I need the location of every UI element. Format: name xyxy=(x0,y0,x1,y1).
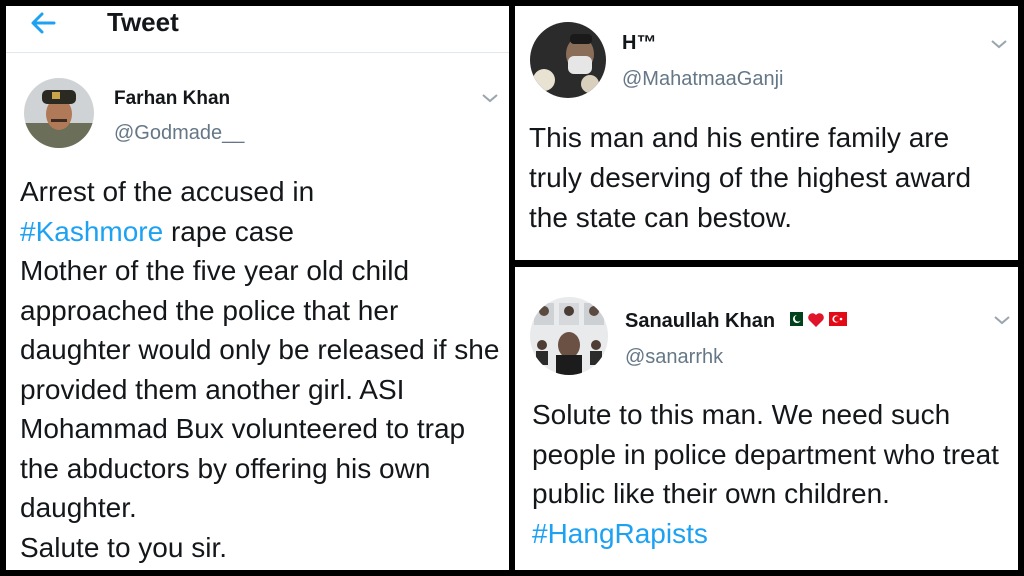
back-arrow-icon[interactable] xyxy=(28,8,58,38)
chevron-down-icon[interactable] xyxy=(993,314,1011,326)
flag-emojis xyxy=(785,312,847,327)
hashtag-link[interactable]: #HangRapists xyxy=(532,518,708,549)
tweet-text: Solute to this man. We need such people … xyxy=(532,395,1016,553)
page-title: Tweet xyxy=(107,7,179,37)
tweet-text-main: Solute to this man. We need such people … xyxy=(532,399,999,509)
chevron-down-icon[interactable] xyxy=(990,38,1008,50)
avatar[interactable] xyxy=(24,78,94,148)
author-name[interactable]: Sanaullah Khan xyxy=(625,310,775,333)
avatar[interactable] xyxy=(530,22,606,98)
author-handle[interactable]: @Godmade__ xyxy=(114,122,244,145)
tweet-text-rest: rape case Mother of the five year old ch… xyxy=(20,215,500,563)
tweet-header-bar: Tweet xyxy=(6,6,509,53)
author-handle[interactable]: @MahatmaaGanji xyxy=(622,68,783,91)
turkey-flag-icon xyxy=(829,312,847,326)
author-handle[interactable]: @sanarrhk xyxy=(625,346,723,369)
hashtag-link[interactable]: #Kashmore xyxy=(20,216,163,247)
red-heart-icon xyxy=(807,312,825,327)
author-name[interactable]: Farhan Khan xyxy=(114,88,230,110)
pakistan-flag-icon xyxy=(785,312,803,326)
tweet-text-line: Arrest of the accused in xyxy=(20,176,315,207)
tweet-panel-sanaullah: Sanaullah Khan @sanarrhk Solute to this … xyxy=(515,267,1018,570)
avatar[interactable] xyxy=(530,297,608,375)
chevron-down-icon[interactable] xyxy=(481,92,499,104)
tweet-panel-farhan: Tweet Farhan Khan @Godmade__ Arrest of t… xyxy=(6,6,509,570)
tweet-panel-mahatma: H™ @MahatmaaGanji This man and his entir… xyxy=(515,6,1018,260)
author-name[interactable]: H™ xyxy=(622,32,656,55)
tweet-text: This man and his entire family are truly… xyxy=(529,122,972,233)
tweet-text: Arrest of the accused in #Kashmore rape … xyxy=(20,172,506,567)
